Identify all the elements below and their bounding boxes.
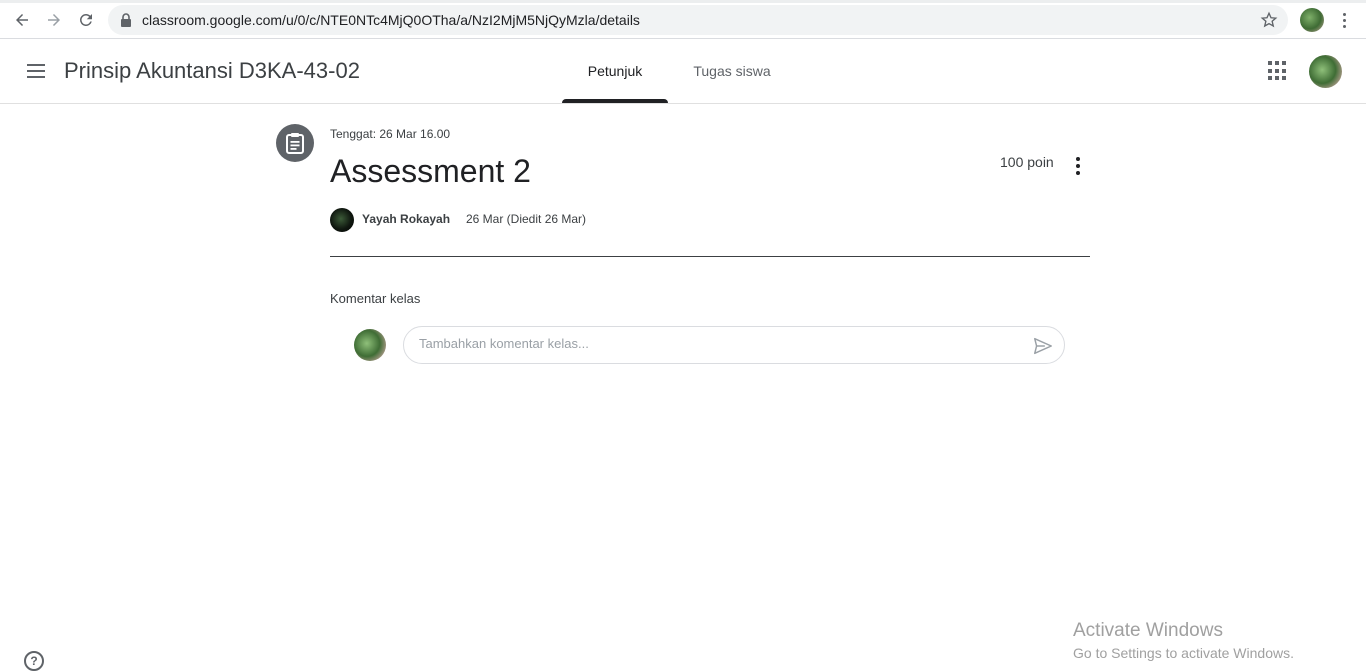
author-name: Yayah Rokayah: [362, 212, 451, 226]
reload-icon: [79, 13, 92, 26]
lock-icon: [121, 13, 131, 27]
account-avatar[interactable]: [1309, 55, 1342, 88]
more-options-icon[interactable]: [1068, 154, 1088, 178]
class-comments-heading: Komentar kelas: [330, 291, 421, 306]
forward-button[interactable]: [41, 7, 67, 33]
send-icon[interactable]: [1032, 335, 1054, 357]
author-avatar: [330, 208, 354, 232]
main-menu-icon[interactable]: [24, 59, 48, 83]
comment-box[interactable]: [403, 326, 1065, 364]
reload-button[interactable]: [73, 7, 99, 33]
windows-activation-watermark: Activate Windows Go to Settings to activ…: [1073, 620, 1294, 661]
tab-tugas-siswa[interactable]: Tugas siswa: [680, 39, 784, 103]
url-text: classroom.google.com/u/0/c/NTE0NTc4MjQ0O…: [142, 12, 640, 28]
assignment-title: Assessment 2: [330, 153, 531, 189]
google-apps-icon[interactable]: [1268, 61, 1288, 81]
watermark-line2: Go to Settings to activate Windows.: [1073, 645, 1294, 661]
clipboard-icon: [286, 133, 304, 154]
watermark-line1: Activate Windows: [1073, 620, 1223, 641]
back-arrow-icon: [16, 14, 28, 26]
commenter-avatar: [354, 329, 386, 361]
due-date: Tenggat: 26 Mar 16.00: [330, 127, 451, 141]
tab-strip: [0, 0, 1366, 3]
comment-input[interactable]: [419, 336, 1019, 351]
assignment-icon: [276, 124, 314, 162]
browser-menu-icon[interactable]: [1336, 8, 1352, 32]
forward-arrow-icon: [48, 14, 60, 26]
tab-label: Tugas siswa: [693, 63, 771, 79]
points: 100 poin: [1000, 154, 1054, 170]
class-title[interactable]: Prinsip Akuntansi D3KA-43-02: [64, 58, 360, 84]
divider: [330, 256, 1090, 257]
posted-date: 26 Mar (Diedit 26 Mar): [466, 212, 587, 226]
help-icon[interactable]: ?: [24, 651, 44, 671]
address-bar[interactable]: classroom.google.com/u/0/c/NTE0NTc4MjQ0O…: [108, 5, 1288, 35]
active-tab-indicator: [562, 99, 668, 103]
browser-toolbar: classroom.google.com/u/0/c/NTE0NTc4MjQ0O…: [0, 0, 1366, 39]
tab-label: Petunjuk: [587, 63, 643, 79]
app-header: Prinsip Akuntansi D3KA-43-02 Petunjuk Tu…: [0, 39, 1366, 104]
back-button[interactable]: [9, 7, 35, 33]
browser-profile-avatar[interactable]: [1300, 8, 1324, 32]
tab-petunjuk[interactable]: Petunjuk: [562, 39, 668, 103]
bookmark-star-icon[interactable]: [1260, 11, 1278, 29]
